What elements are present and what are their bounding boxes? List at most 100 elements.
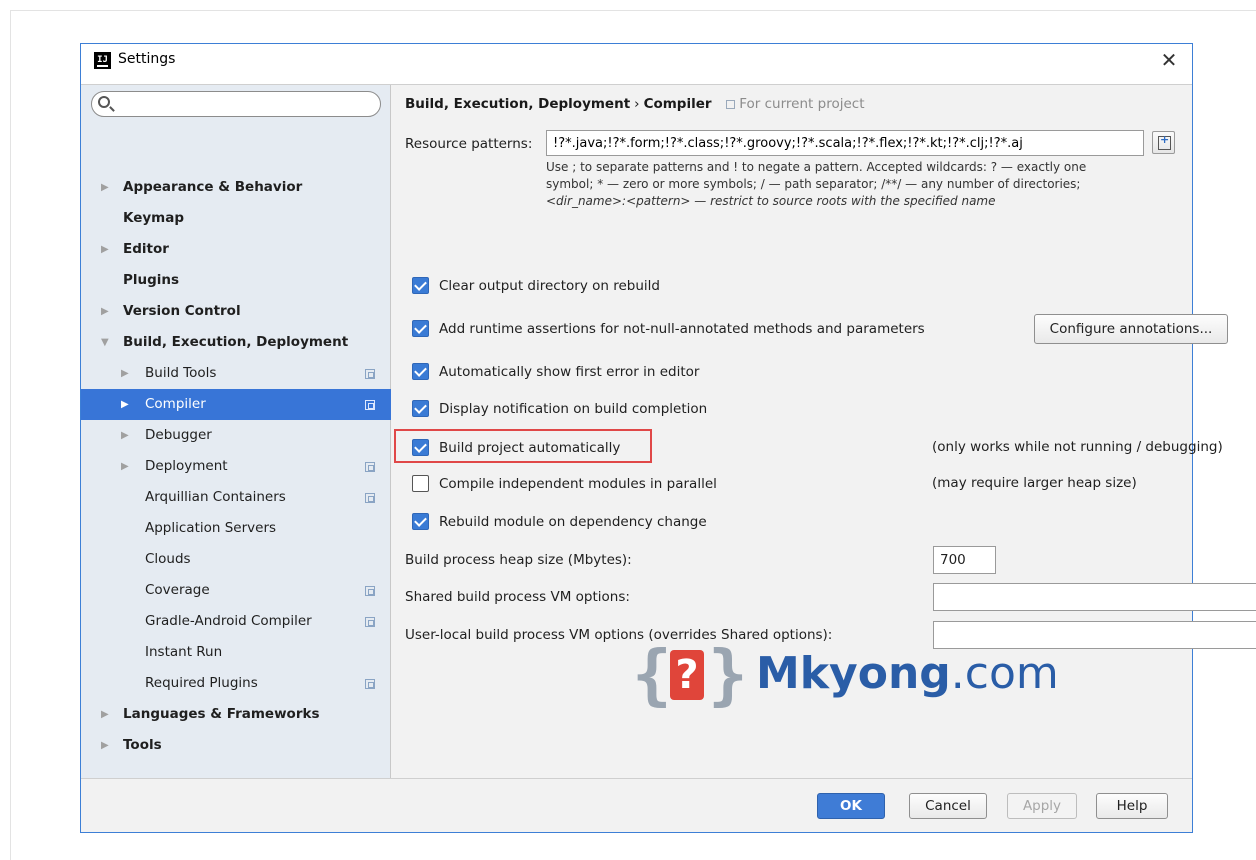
build-auto-note: (only works while not running / debuggin… xyxy=(932,439,1223,455)
sidebar-item-label: Coverage xyxy=(145,582,210,598)
watermark-brace-right: } xyxy=(708,636,748,713)
search-icon xyxy=(98,96,110,108)
runtime-assertions-checkbox-label: Add runtime assertions for not-null-anno… xyxy=(439,321,925,337)
chevron-right-icon[interactable]: ▶ xyxy=(101,699,111,730)
sidebar-item-label: Compiler xyxy=(145,396,206,412)
chevron-right-icon[interactable]: ▶ xyxy=(101,730,111,761)
sidebar-item-label: Required Plugins xyxy=(145,675,258,691)
watermark-question-mark: ? xyxy=(670,650,704,700)
intellij-app-icon: IJ xyxy=(94,52,111,69)
resource-patterns-hint-1: Use ; to separate patterns and ! to nega… xyxy=(546,160,1087,174)
sidebar-item-build-execution-deployment[interactable]: ▼ Build, Execution, Deployment xyxy=(81,327,391,358)
shared-vm-options-input[interactable] xyxy=(933,583,1256,611)
sidebar-item-languages-frameworks[interactable]: ▶ Languages & Frameworks xyxy=(81,699,391,730)
project-scope-icon xyxy=(726,100,736,109)
parallel-compile-checkbox[interactable] xyxy=(412,475,429,492)
settings-dialog: IJ Settings ✕ ▶ Appearance & Behavior Keym… xyxy=(80,43,1256,833)
project-scope-icon xyxy=(365,586,375,596)
breadcrumb-parent[interactable]: Build, Execution, Deployment xyxy=(405,96,630,112)
show-first-error-checkbox[interactable] xyxy=(412,363,429,380)
runtime-assertions-checkbox[interactable] xyxy=(412,320,429,337)
apply-button[interactable]: Apply xyxy=(1007,793,1077,819)
sidebar-item-label: Editor xyxy=(123,241,169,257)
project-scope-icon xyxy=(365,369,375,379)
chevron-right-icon[interactable]: ▶ xyxy=(121,389,131,420)
chevron-right-icon[interactable]: ▶ xyxy=(101,234,111,265)
clear-output-checkbox-label: Clear output directory on rebuild xyxy=(439,278,660,294)
clear-output-checkbox[interactable] xyxy=(412,277,429,294)
show-first-error-checkbox-label: Automatically show first error in editor xyxy=(439,364,700,380)
rebuild-on-dependency-checkbox-label: Rebuild module on dependency change xyxy=(439,514,707,530)
compiler-settings-panel: Build, Execution, Deployment › Compiler Fo… xyxy=(392,85,1256,779)
search-input[interactable] xyxy=(116,94,371,114)
parallel-compile-checkbox-label: Compile independent modules in parallel xyxy=(439,476,717,492)
configure-annotations-button[interactable]: Configure annotations... xyxy=(1034,314,1228,344)
ok-button[interactable]: OK xyxy=(817,793,885,819)
sidebar-item-label: Languages & Frameworks xyxy=(123,706,320,722)
help-button[interactable]: Help xyxy=(1096,793,1168,819)
sidebar-item-required-plugins[interactable]: Required Plugins xyxy=(81,668,391,699)
sidebar-item-arquillian-containers[interactable]: Arquillian Containers xyxy=(81,482,391,513)
sidebar-item-label: Appearance & Behavior xyxy=(123,179,303,195)
sidebar-item-label: Build, Execution, Deployment xyxy=(123,334,349,350)
chevron-right-icon[interactable]: ▶ xyxy=(121,358,131,389)
resource-patterns-input[interactable] xyxy=(546,130,1144,156)
sidebar-item-instant-run[interactable]: Instant Run xyxy=(81,637,391,668)
sidebar-item-gradle-android-compiler[interactable]: Gradle-Android Compiler xyxy=(81,606,391,637)
chevron-right-icon[interactable]: ▶ xyxy=(121,420,131,451)
heap-size-label: Build process heap size (Mbytes): xyxy=(405,552,632,568)
sidebar-item-appearance-behavior[interactable]: ▶ Appearance & Behavior xyxy=(81,172,391,203)
settings-search[interactable] xyxy=(91,91,381,117)
sidebar-item-label: Plugins xyxy=(123,272,180,288)
settings-tree: ▶ Appearance & Behavior Keymap ▶ Editor Plugi… xyxy=(81,172,391,761)
sidebar-item-label: Application Servers xyxy=(145,520,277,536)
sidebar-item-version-control[interactable]: ▶ Version Control xyxy=(81,296,391,327)
chevron-right-icon[interactable]: ▶ xyxy=(101,296,111,327)
dialog-title: Settings xyxy=(118,51,176,67)
sidebar-item-label: Arquillian Containers xyxy=(145,489,286,505)
chevron-right-icon[interactable]: ▶ xyxy=(121,451,131,482)
dialog-footer: OK Cancel Apply Help xyxy=(81,778,1192,832)
sidebar-item-label: Deployment xyxy=(145,458,228,474)
sidebar-item-tools[interactable]: ▶ Tools xyxy=(81,730,391,761)
sidebar-item-debugger[interactable]: ▶ Debugger xyxy=(81,420,391,451)
breadcrumb: Build, Execution, Deployment › Compiler Fo… xyxy=(405,96,864,112)
expand-field-button[interactable] xyxy=(1152,131,1175,154)
sidebar-item-coverage[interactable]: Coverage xyxy=(81,575,391,606)
build-notification-checkbox-label: Display notification on build completion xyxy=(439,401,708,417)
sidebar-item-label: Debugger xyxy=(145,427,212,443)
sidebar-item-editor[interactable]: ▶ Editor xyxy=(81,234,391,265)
close-button[interactable]: ✕ xyxy=(1154,47,1184,73)
watermark-brace-left: { xyxy=(632,636,672,713)
sidebar-item-clouds[interactable]: Clouds xyxy=(81,544,391,575)
sidebar-item-label: Build Tools xyxy=(145,365,217,381)
sidebar-item-label: Clouds xyxy=(145,551,191,567)
heap-size-input[interactable]: 700 xyxy=(933,546,996,574)
watermark-text: Mkyong.com xyxy=(756,648,1059,699)
project-scope-icon xyxy=(365,679,375,689)
sidebar-item-label: Gradle-Android Compiler xyxy=(145,613,312,629)
title-bar: IJ Settings ✕ xyxy=(81,44,1192,85)
rebuild-on-dependency-checkbox[interactable] xyxy=(412,513,429,530)
sidebar-item-build-tools[interactable]: ▶ Build Tools xyxy=(81,358,391,389)
project-scope-icon xyxy=(365,462,375,472)
scope-note: For current project xyxy=(726,96,864,112)
sidebar-item-keymap[interactable]: Keymap xyxy=(81,203,391,234)
resource-patterns-hint-2: symbol; * — zero or more symbols; / — pa… xyxy=(546,177,1081,191)
project-scope-icon xyxy=(365,617,375,627)
sidebar-item-compiler[interactable]: ▶ Compiler xyxy=(81,389,391,420)
build-notification-checkbox[interactable] xyxy=(412,400,429,417)
sidebar-item-deployment[interactable]: ▶ Deployment xyxy=(81,451,391,482)
resource-patterns-label: Resource patterns: xyxy=(405,136,533,152)
sidebar-item-plugins[interactable]: Plugins xyxy=(81,265,391,296)
sidebar-item-label: Version Control xyxy=(123,303,241,319)
sidebar-item-application-servers[interactable]: Application Servers xyxy=(81,513,391,544)
sidebar-item-label: Tools xyxy=(123,737,162,753)
parallel-note: (may require larger heap size) xyxy=(932,475,1137,491)
sidebar-item-label: Keymap xyxy=(123,210,185,226)
chevron-down-icon[interactable]: ▼ xyxy=(101,327,111,358)
chevron-right-icon[interactable]: ▶ xyxy=(101,172,111,203)
resource-patterns-hint-3: <dir_name>:<pattern> — restrict to sourc… xyxy=(546,194,996,208)
cancel-button[interactable]: Cancel xyxy=(909,793,987,819)
breadcrumb-separator: › xyxy=(634,96,640,112)
